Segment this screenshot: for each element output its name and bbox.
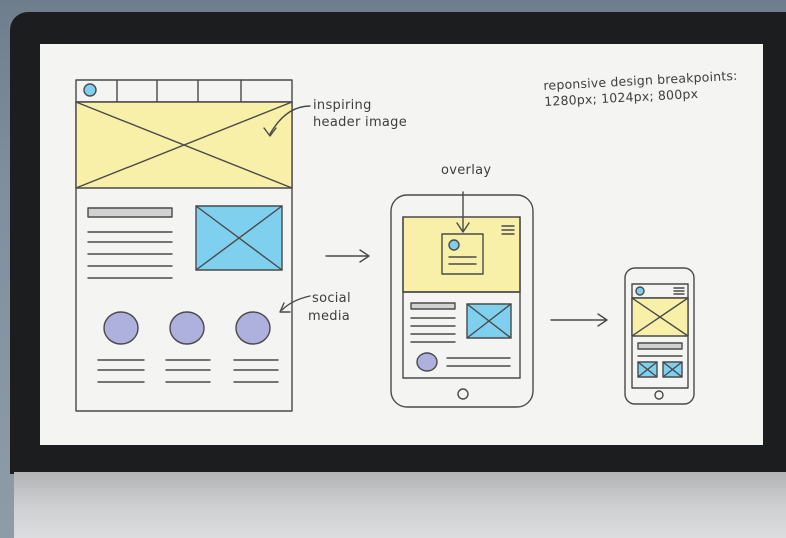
header-image-label-line2: header image <box>313 115 407 130</box>
tablet-wireframe <box>390 191 534 408</box>
phone-wireframe <box>624 267 695 405</box>
social-label-line1: social <box>312 291 351 306</box>
header-image-label-line1: inspiring <box>313 98 372 113</box>
heading-bar <box>87 207 173 218</box>
desktop-wireframe <box>75 79 293 412</box>
monitor-screen: inspiring header image overlay social me… <box>40 44 763 445</box>
monitor-stand-base <box>14 472 786 538</box>
overlay-label: overlay <box>441 163 491 178</box>
overlay-card <box>441 233 484 275</box>
social-circle-2 <box>169 311 205 345</box>
social-circle-3 <box>235 311 271 345</box>
social-label-line2: media <box>308 309 350 324</box>
logo-dot-icon <box>83 83 97 97</box>
social-circle-1 <box>103 311 139 345</box>
